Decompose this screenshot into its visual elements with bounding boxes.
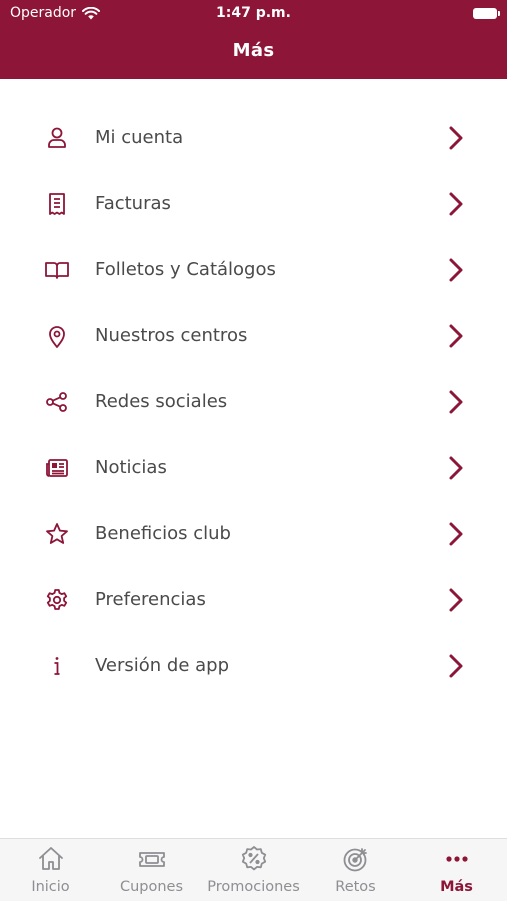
menu-item-version-app[interactable]: Versión de app — [0, 633, 507, 699]
home-icon — [36, 845, 66, 873]
chevron-right-icon — [445, 125, 467, 151]
menu-item-label: Redes sociales — [95, 391, 228, 412]
tab-label: Inicio — [31, 879, 70, 895]
percent-badge-icon — [239, 845, 269, 873]
header: Operador 1:47 p.m. Más — [0, 0, 507, 79]
more-dots-icon — [442, 845, 472, 873]
menu-item-label: Preferencias — [95, 589, 206, 610]
tab-label: Retos — [335, 879, 376, 895]
tab-label: Más — [440, 879, 473, 895]
share-icon — [44, 389, 70, 415]
menu-item-label: Beneficios club — [95, 523, 231, 544]
ticket-icon — [137, 845, 167, 873]
menu-item-facturas[interactable]: Facturas — [0, 171, 507, 237]
menu-item-label: Versión de app — [95, 655, 230, 676]
tab-label: Cupones — [119, 879, 184, 895]
menu-item-label: Facturas — [95, 193, 171, 214]
menu-item-label: Folletos y Catálogos — [95, 259, 276, 280]
menu-item-noticias[interactable]: Noticias — [0, 435, 507, 501]
menu-item-mi-cuenta[interactable]: Mi cuenta — [0, 105, 507, 171]
tab-retos[interactable]: Retos — [305, 839, 406, 901]
book-icon — [44, 257, 70, 283]
status-bar: Operador 1:47 p.m. — [0, 0, 507, 28]
tab-bar: Inicio Cupones Promociones Retos Más — [0, 838, 507, 901]
menu-item-beneficios-club[interactable]: Beneficios club — [0, 501, 507, 567]
chevron-right-icon — [445, 455, 467, 481]
gear-icon — [44, 587, 70, 613]
menu-item-nuestros-centros[interactable]: Nuestros centros — [0, 303, 507, 369]
tab-label: Promociones — [207, 879, 300, 895]
chevron-right-icon — [445, 257, 467, 283]
menu-item-label: Nuestros centros — [95, 325, 248, 346]
tab-inicio[interactable]: Inicio — [0, 839, 101, 901]
menu-item-label: Mi cuenta — [95, 127, 184, 148]
chevron-right-icon — [445, 521, 467, 547]
chevron-right-icon — [445, 587, 467, 613]
menu-item-label: Noticias — [95, 457, 167, 478]
target-icon — [341, 845, 371, 873]
chevron-right-icon — [445, 191, 467, 217]
star-icon — [44, 521, 70, 547]
menu-list: Mi cuenta Facturas Folletos y Catálogos … — [0, 105, 507, 699]
battery-icon — [473, 8, 500, 19]
chevron-right-icon — [445, 323, 467, 349]
location-pin-icon — [44, 323, 70, 349]
menu-item-preferencias[interactable]: Preferencias — [0, 567, 507, 633]
chevron-right-icon — [445, 653, 467, 679]
newspaper-icon — [44, 455, 70, 481]
chevron-right-icon — [445, 389, 467, 415]
user-icon — [44, 125, 70, 151]
menu-item-redes-sociales[interactable]: Redes sociales — [0, 369, 507, 435]
page-title: Más — [232, 40, 275, 61]
tab-cupones[interactable]: Cupones — [101, 839, 202, 901]
clock: 1:47 p.m. — [216, 5, 291, 21]
info-icon — [44, 653, 70, 679]
receipt-icon — [44, 191, 70, 217]
tab-mas[interactable]: Más — [406, 839, 507, 901]
tab-promociones[interactable]: Promociones — [202, 839, 305, 901]
menu-item-folletos[interactable]: Folletos y Catálogos — [0, 237, 507, 303]
